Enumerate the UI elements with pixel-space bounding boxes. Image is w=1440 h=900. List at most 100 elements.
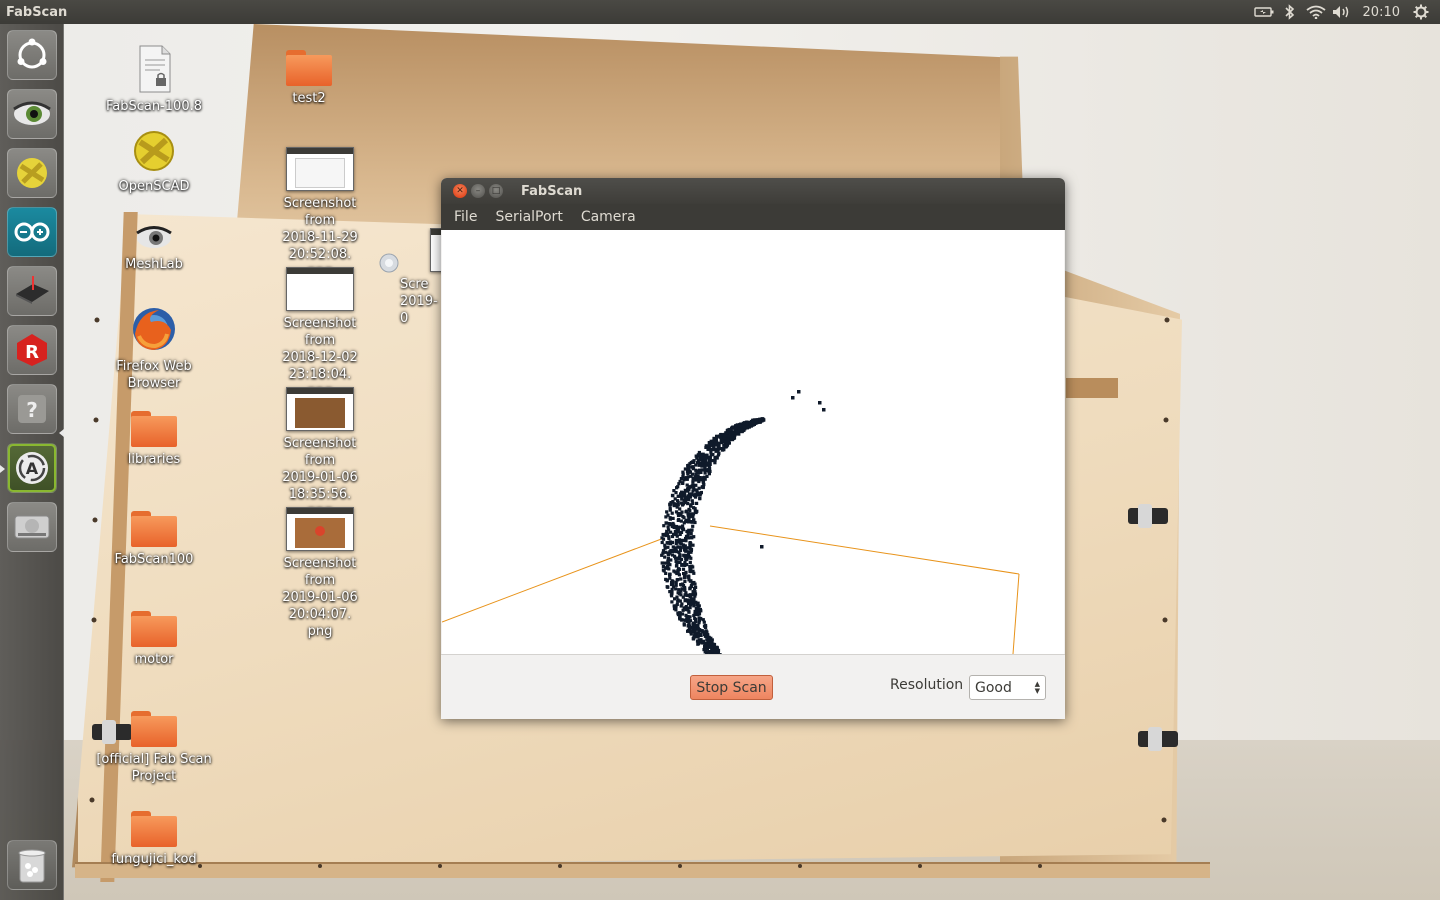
- software-updater-icon[interactable]: A: [7, 443, 57, 493]
- openscad-icon: [134, 131, 174, 171]
- folder-icon: [131, 711, 177, 747]
- scan-point: [687, 610, 691, 614]
- firefox-icon: [133, 308, 175, 350]
- scan-point: [818, 401, 822, 405]
- scan-point: [691, 483, 695, 487]
- bluetooth-icon[interactable]: [1277, 0, 1303, 24]
- scan-point: [700, 464, 704, 468]
- scan-point: [684, 510, 688, 514]
- folder-icon: [131, 411, 177, 447]
- scan-point: [717, 443, 721, 448]
- desktop-icon-official-fab-scan-project[interactable]: [official] Fab Scan Project: [88, 705, 220, 785]
- desktop-icon-label: Firefox Web Browser: [116, 359, 192, 391]
- scan-point: [668, 572, 672, 576]
- desktop-icon-motor[interactable]: motor: [104, 605, 204, 668]
- desktop-icon-label: motor: [134, 652, 174, 667]
- desktop-icon-meshlab[interactable]: MeshLab: [104, 222, 204, 273]
- indicator-area: 20:10: [1251, 0, 1440, 24]
- rubygems-icon[interactable]: R: [7, 325, 57, 375]
- scan-point: [682, 623, 686, 627]
- help-icon[interactable]: ?: [7, 384, 57, 434]
- scan-point: [684, 570, 688, 574]
- ubuntu-dash-icon[interactable]: [7, 30, 57, 80]
- scan-point: [703, 477, 707, 481]
- wifi-icon[interactable]: [1303, 0, 1329, 24]
- scan-point: [666, 557, 670, 561]
- launcher: R ? A: [0, 24, 64, 900]
- desktop-icon-openscad[interactable]: OpenSCAD: [104, 128, 204, 195]
- scan-point: [675, 564, 679, 568]
- scan-point: [674, 604, 678, 608]
- scan-point: [696, 627, 700, 631]
- desktop-icon-screenshot-partial[interactable]: Scre 2019-0: [396, 228, 444, 327]
- scan-3d-viewport[interactable]: [442, 230, 1064, 654]
- close-icon[interactable]: ✕: [453, 184, 467, 198]
- stop-scan-button[interactable]: Stop Scan: [690, 675, 773, 700]
- desktop-icon-libraries[interactable]: libraries: [104, 405, 204, 468]
- desktop-icon-fabscan100[interactable]: FabScan100: [104, 505, 204, 568]
- trash-icon[interactable]: [7, 840, 57, 890]
- scan-point: [687, 518, 691, 522]
- scan-point: [668, 576, 672, 580]
- scan-point: [710, 649, 714, 653]
- maximize-icon[interactable]: □: [489, 184, 503, 198]
- desktop-icon-fungujici-kod[interactable]: fungujici_kod: [104, 805, 204, 868]
- desktop-icon-screenshot-2019-01-06-20[interactable]: Screenshot from 2019-01-06 20:04:07. png: [270, 507, 370, 640]
- scan-point: [685, 616, 689, 621]
- scan-point: [822, 408, 826, 412]
- scan-point: [687, 498, 691, 502]
- scan-point: [683, 573, 687, 577]
- desktop-icon-screenshot-2019-01-06-18[interactable]: Screenshot from 2019-01-06 18:35:56. png: [270, 387, 370, 520]
- scan-point: [680, 538, 684, 542]
- scan-point: [791, 396, 795, 400]
- menu-file[interactable]: File: [447, 209, 484, 225]
- laser-cutter-icon[interactable]: [7, 266, 57, 316]
- scan-point: [685, 477, 689, 481]
- scan-point: [688, 560, 692, 564]
- minimize-icon[interactable]: –: [471, 184, 485, 198]
- battery-icon[interactable]: [1251, 0, 1277, 24]
- scan-point: [676, 578, 680, 582]
- volume-icon[interactable]: [1329, 0, 1355, 24]
- desktop-icon-screenshot-2018-12-02[interactable]: Screenshot from 2018-12-02 23:18:04. png: [270, 267, 370, 400]
- scan-point: [703, 644, 707, 649]
- scan-point: [677, 525, 682, 529]
- desktop-icon-screenshot-2018-11-29[interactable]: Screenshot from 2018-11-29 20:52:08. png: [270, 147, 370, 280]
- scan-point: [690, 581, 694, 585]
- desktop-icon-firefox[interactable]: Firefox Web Browser: [104, 304, 204, 392]
- scan-point: [663, 555, 667, 559]
- scan-point: [661, 564, 665, 569]
- scan-point: [681, 527, 686, 531]
- openscad-icon[interactable]: [7, 148, 57, 198]
- desktop-icon-fabscan-100-8[interactable]: FabScan-100.8: [104, 44, 204, 115]
- scan-point: [701, 460, 705, 464]
- window-titlebar[interactable]: ✕ – □ FabScan: [441, 178, 1065, 204]
- power-gear-icon[interactable]: [1408, 0, 1434, 24]
- disk-drive-icon[interactable]: [7, 502, 57, 552]
- scan-point: [694, 483, 698, 487]
- scan-point: [694, 472, 698, 476]
- scan-point: [675, 534, 679, 538]
- desktop-icon-test2[interactable]: test2: [259, 44, 359, 107]
- menu-camera[interactable]: Camera: [574, 209, 643, 225]
- resolution-select[interactable]: Good ▲ ▼: [969, 675, 1046, 700]
- scan-point: [693, 475, 698, 479]
- image-thumbnail-icon: [286, 507, 354, 551]
- scan-point: [692, 518, 696, 522]
- scan-point: [672, 607, 677, 611]
- scan-point: [690, 492, 694, 496]
- scan-point: [690, 536, 694, 540]
- scan-point: [681, 524, 685, 528]
- scan-point: [670, 587, 674, 591]
- scan-point: [665, 561, 669, 565]
- clock[interactable]: 20:10: [1355, 0, 1408, 24]
- scan-point: [672, 569, 676, 573]
- eye-of-gnome-icon[interactable]: [7, 89, 57, 139]
- scan-point: [679, 501, 684, 505]
- scan-point: [664, 577, 668, 581]
- scan-view-canvas[interactable]: [442, 230, 1064, 654]
- menu-serialport[interactable]: SerialPort: [488, 209, 569, 225]
- scan-point: [670, 541, 674, 545]
- arduino-icon[interactable]: [7, 207, 57, 257]
- scan-point: [676, 499, 680, 503]
